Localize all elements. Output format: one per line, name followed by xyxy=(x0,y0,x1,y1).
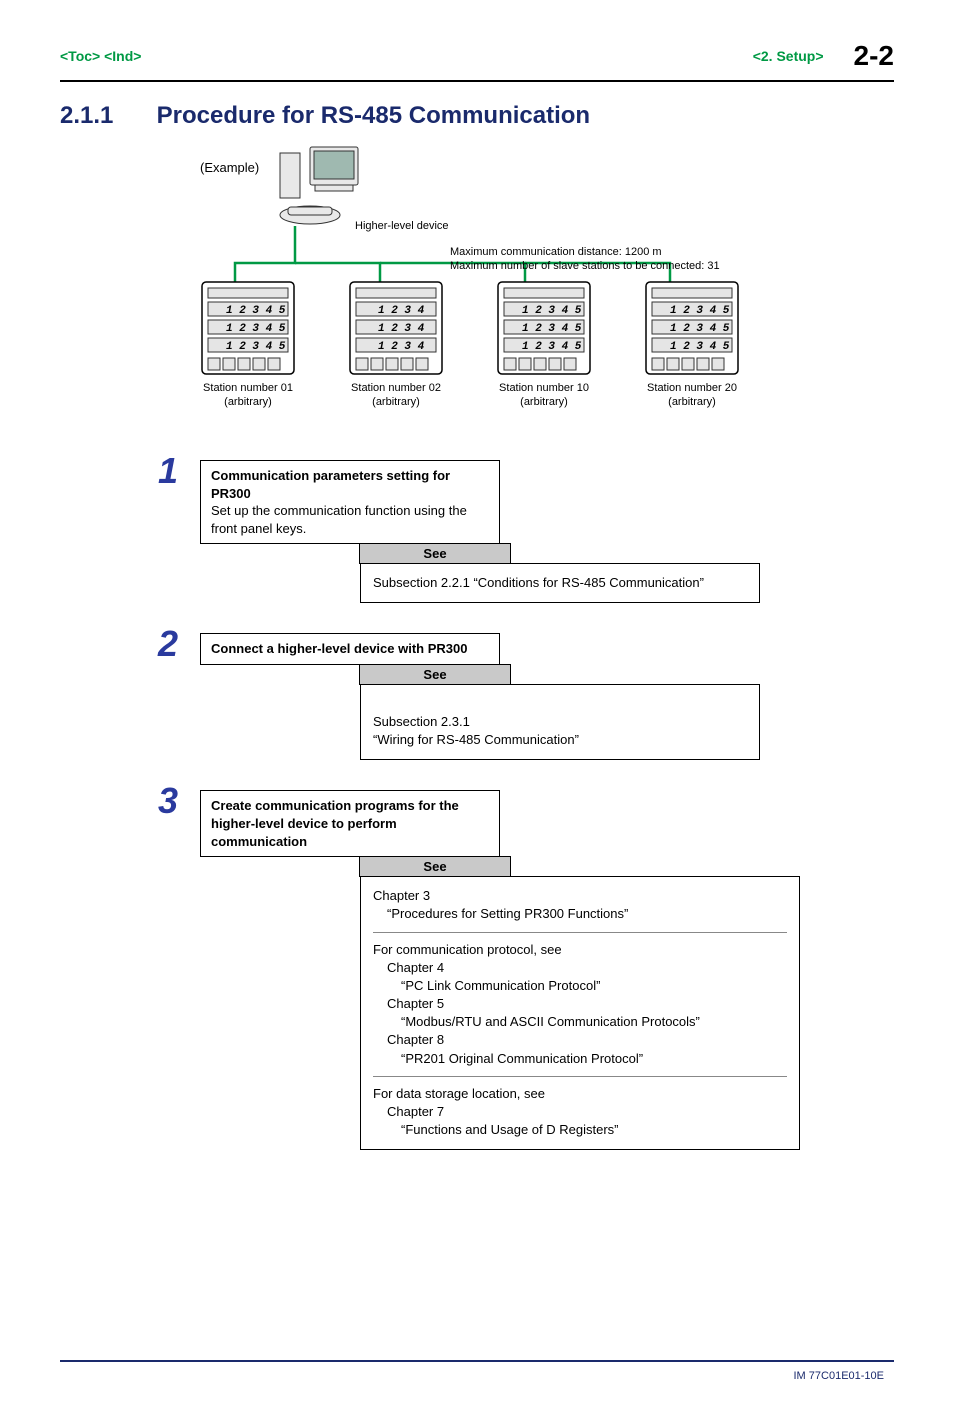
see-line: Chapter 8 xyxy=(373,1031,787,1049)
step-title: Communication parameters setting for PR3… xyxy=(211,468,450,501)
svg-text:1 2 3 4 5: 1 2 3 4 5 xyxy=(226,305,286,317)
meter-icon: 1 2 3 4 1 2 3 4 1 2 3 4 xyxy=(348,280,444,376)
step-title: Connect a higher-level device with PR300 xyxy=(211,641,467,656)
see-tab: See xyxy=(359,856,511,877)
see-line: For data storage location, see xyxy=(373,1085,787,1103)
see-line: Chapter 5 xyxy=(373,995,787,1013)
step-body: Set up the communication function using … xyxy=(211,503,467,536)
see-line: Chapter 3 xyxy=(373,887,787,905)
station-label: Station number 20 xyxy=(644,381,740,395)
device-01: 1 2 3 4 5 1 2 3 4 5 1 2 3 4 5 Station nu… xyxy=(200,280,296,410)
step-3: 3 Create communication programs for the … xyxy=(200,790,820,1150)
see-text: Subsection 2.2.1 “Conditions for RS-485 … xyxy=(373,575,704,590)
see-wrap: See Chapter 3 “Procedures for Setting PR… xyxy=(360,856,800,1150)
header-nav-left: <Toc> <Ind> xyxy=(60,48,141,64)
see-wrap: See Subsection 2.3.1 “Wiring for RS-485 … xyxy=(360,664,760,761)
step-box: Communication parameters setting for PR3… xyxy=(200,460,500,544)
see-line: “PR201 Original Communication Protocol” xyxy=(373,1050,787,1068)
svg-text:1 2 3 4: 1 2 3 4 xyxy=(378,305,425,317)
see-text: Subsection 2.3.1 “Wiring for RS-485 Comm… xyxy=(373,714,579,747)
svg-text:1 2 3 4 5: 1 2 3 4 5 xyxy=(522,341,582,353)
pc-icon xyxy=(275,145,365,240)
section-number: 2.1.1 xyxy=(60,102,150,130)
svg-text:1 2 3 4 5: 1 2 3 4 5 xyxy=(670,305,730,317)
see-body: Subsection 2.2.1 “Conditions for RS-485 … xyxy=(360,563,760,603)
svg-text:1 2 3 4 5: 1 2 3 4 5 xyxy=(522,323,582,335)
device-20: 1 2 3 4 5 1 2 3 4 5 1 2 3 4 5 Station nu… xyxy=(644,280,740,410)
station-label: Station number 10 xyxy=(496,381,592,395)
station-label: Station number 01 xyxy=(200,381,296,395)
step-title: Create communication programs for the hi… xyxy=(211,798,459,848)
see-line: Chapter 4 xyxy=(373,959,787,977)
station-sub: (arbitrary) xyxy=(644,395,740,409)
step-number: 3 xyxy=(158,780,178,822)
step-number: 1 xyxy=(158,450,178,492)
svg-text:1 2 3 4 5: 1 2 3 4 5 xyxy=(226,341,286,353)
step-box: Create communication programs for the hi… xyxy=(200,790,500,857)
see-wrap: See Subsection 2.2.1 “Conditions for RS-… xyxy=(360,543,760,603)
device-10: 1 2 3 4 5 1 2 3 4 5 1 2 3 4 5 Station nu… xyxy=(496,280,592,410)
see-line: “Procedures for Setting PR300 Functions” xyxy=(373,905,787,923)
chapter-link[interactable]: <2. Setup> xyxy=(753,48,824,64)
see-tab: See xyxy=(359,543,511,564)
station-sub: (arbitrary) xyxy=(200,395,296,409)
doc-code: IM 77C01E01-10E xyxy=(60,1370,894,1382)
see-body: Chapter 3 “Procedures for Setting PR300 … xyxy=(360,876,800,1150)
spec-distance: Maximum communication distance: 1200 m xyxy=(450,245,720,259)
section-title-text: Procedure for RS-485 Communication xyxy=(157,102,590,129)
spec-text: Maximum communication distance: 1200 m M… xyxy=(450,245,720,274)
divider xyxy=(373,932,787,933)
svg-text:1 2 3 4 5: 1 2 3 4 5 xyxy=(670,323,730,335)
device-02: 1 2 3 4 1 2 3 4 1 2 3 4 Station number 0… xyxy=(348,280,444,410)
example-label: (Example) xyxy=(200,160,259,175)
meter-icon: 1 2 3 4 5 1 2 3 4 5 1 2 3 4 5 xyxy=(496,280,592,376)
svg-text:1 2 3 4: 1 2 3 4 xyxy=(378,341,425,353)
station-label: Station number 02 xyxy=(348,381,444,395)
see-tab: See xyxy=(359,664,511,685)
see-line: “Modbus/RTU and ASCII Communication Prot… xyxy=(373,1013,787,1031)
step-1: 1 Communication parameters setting for P… xyxy=(200,460,820,603)
see-line: “PC Link Communication Protocol” xyxy=(373,977,787,995)
step-number: 2 xyxy=(158,623,178,665)
steps: 1 Communication parameters setting for P… xyxy=(200,460,820,1150)
divider xyxy=(373,1076,787,1077)
meter-icon: 1 2 3 4 5 1 2 3 4 5 1 2 3 4 5 xyxy=(200,280,296,376)
footer-rule xyxy=(60,1360,894,1362)
network-diagram: (Example) Higher-level device Maximum co… xyxy=(200,150,894,460)
station-sub: (arbitrary) xyxy=(496,395,592,409)
document-page: <Toc> <Ind> <2. Setup> 2-2 2.1.1 Procedu… xyxy=(0,0,954,1422)
page-header: <Toc> <Ind> <2. Setup> 2-2 xyxy=(60,40,894,72)
svg-text:1 2 3 4 5: 1 2 3 4 5 xyxy=(226,323,286,335)
svg-text:1 2 3 4 5: 1 2 3 4 5 xyxy=(522,305,582,317)
spec-slaves: Maximum number of slave stations to be c… xyxy=(450,259,720,273)
station-sub: (arbitrary) xyxy=(348,395,444,409)
see-line: “Functions and Usage of D Registers” xyxy=(373,1121,787,1139)
see-line: For communication protocol, see xyxy=(373,941,787,959)
host-label: Higher-level device xyxy=(355,220,449,232)
page-number: 2-2 xyxy=(854,40,894,72)
devices-row: 1 2 3 4 5 1 2 3 4 5 1 2 3 4 5 Station nu… xyxy=(200,280,740,410)
index-link[interactable]: <Ind> xyxy=(104,48,141,64)
section-title: 2.1.1 Procedure for RS-485 Communication xyxy=(60,102,894,130)
svg-text:1 2 3 4 5: 1 2 3 4 5 xyxy=(670,341,730,353)
toc-link[interactable]: <Toc> xyxy=(60,48,100,64)
step-box: Connect a higher-level device with PR300 xyxy=(200,633,500,665)
see-body: Subsection 2.3.1 “Wiring for RS-485 Comm… xyxy=(360,684,760,761)
see-line: Chapter 7 xyxy=(373,1103,787,1121)
header-rule xyxy=(60,80,894,82)
step-2: 2 Connect a higher-level device with PR3… xyxy=(200,633,820,760)
svg-text:1 2 3 4: 1 2 3 4 xyxy=(378,323,425,335)
meter-icon: 1 2 3 4 5 1 2 3 4 5 1 2 3 4 5 xyxy=(644,280,740,376)
